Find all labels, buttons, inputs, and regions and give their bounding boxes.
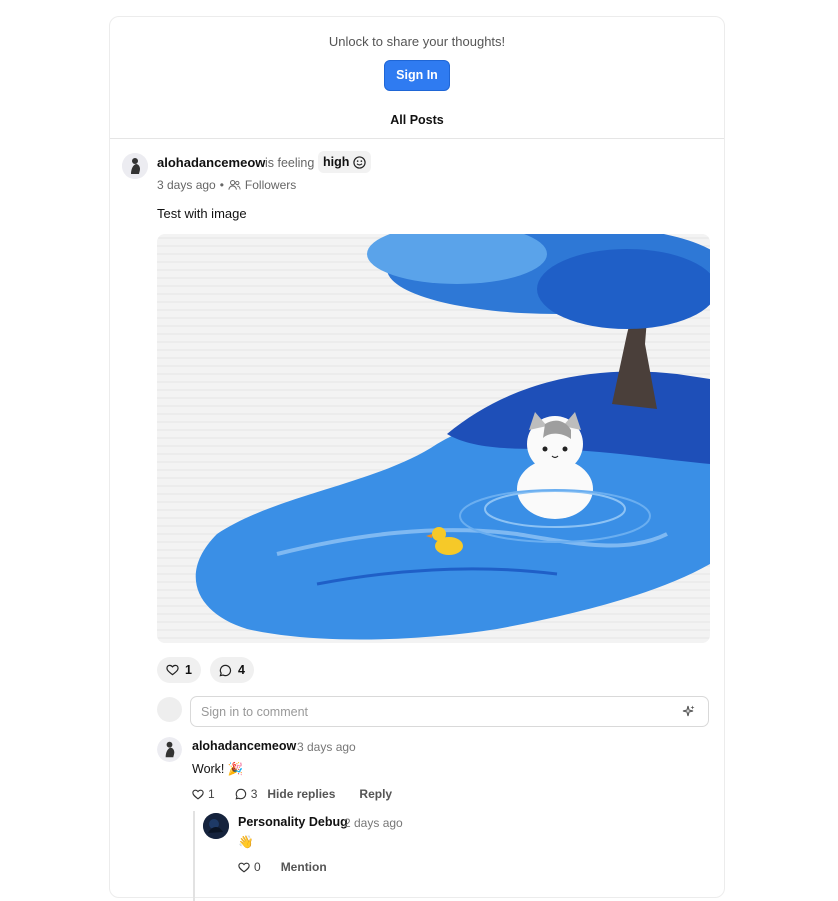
sparkle-icon[interactable]	[680, 704, 696, 720]
reply-like-button[interactable]: 0	[238, 860, 261, 874]
comment-like-count: 1	[208, 787, 215, 801]
comment-icon	[235, 788, 247, 800]
post-author-name[interactable]: alohadancemeow	[157, 155, 265, 170]
post-image[interactable]	[157, 234, 710, 643]
like-button[interactable]: 1	[157, 657, 201, 683]
heart-icon	[192, 789, 204, 800]
post-author-avatar[interactable]	[122, 153, 148, 179]
comment-count: 4	[238, 663, 245, 677]
reply-like-count: 0	[254, 860, 261, 874]
sign-in-button[interactable]: Sign In	[384, 60, 450, 91]
comment-author[interactable]: alohadancemeow	[192, 739, 296, 753]
smile-icon	[353, 155, 367, 169]
reply-text: 👋	[238, 835, 254, 849]
mood-label: high	[323, 155, 350, 169]
tab-all-posts[interactable]: All Posts	[110, 113, 724, 127]
comment-actions: 1 3 Hide replies Reply	[192, 787, 392, 801]
audience-label: Followers	[244, 178, 297, 192]
followers-icon	[228, 179, 241, 191]
comment-icon	[219, 664, 232, 677]
reply-actions: 0 Mention	[238, 860, 327, 874]
heart-icon	[166, 664, 179, 676]
comment-replies-button[interactable]: 3	[235, 787, 258, 801]
reply-button[interactable]: Reply	[359, 787, 392, 801]
heart-icon	[238, 862, 250, 873]
meta-separator: •	[219, 178, 224, 192]
unlock-text: Unlock to share your thoughts!	[328, 34, 506, 49]
comment-input[interactable]	[190, 696, 709, 727]
comment-author-avatar[interactable]	[157, 737, 182, 762]
post-meta: 3 days ago • Followers	[157, 178, 296, 192]
hide-replies-button[interactable]: Hide replies	[267, 787, 335, 801]
feed-card: Unlock to share your thoughts! Sign In A…	[109, 16, 725, 901]
reply-author[interactable]: Personality Debug	[238, 815, 348, 829]
comment-text: Work! 🎉	[192, 762, 244, 776]
comment-time: 3 days ago	[297, 740, 356, 754]
mood-badge: high	[318, 151, 372, 173]
comment-replies-count: 3	[250, 787, 258, 801]
reply-thread-line	[193, 811, 195, 901]
like-count: 1	[185, 663, 192, 677]
comment-button[interactable]: 4	[210, 657, 254, 683]
post-time: 3 days ago	[157, 178, 216, 192]
reply-time: 2 days ago	[344, 816, 403, 830]
feeling-label: is feeling	[265, 156, 315, 170]
reply-author-avatar[interactable]	[203, 813, 229, 839]
post-text: Test with image	[157, 206, 247, 221]
mention-button[interactable]: Mention	[281, 860, 327, 874]
comment-like-button[interactable]: 1	[192, 787, 215, 801]
divider	[110, 138, 724, 139]
current-user-avatar	[157, 697, 182, 722]
